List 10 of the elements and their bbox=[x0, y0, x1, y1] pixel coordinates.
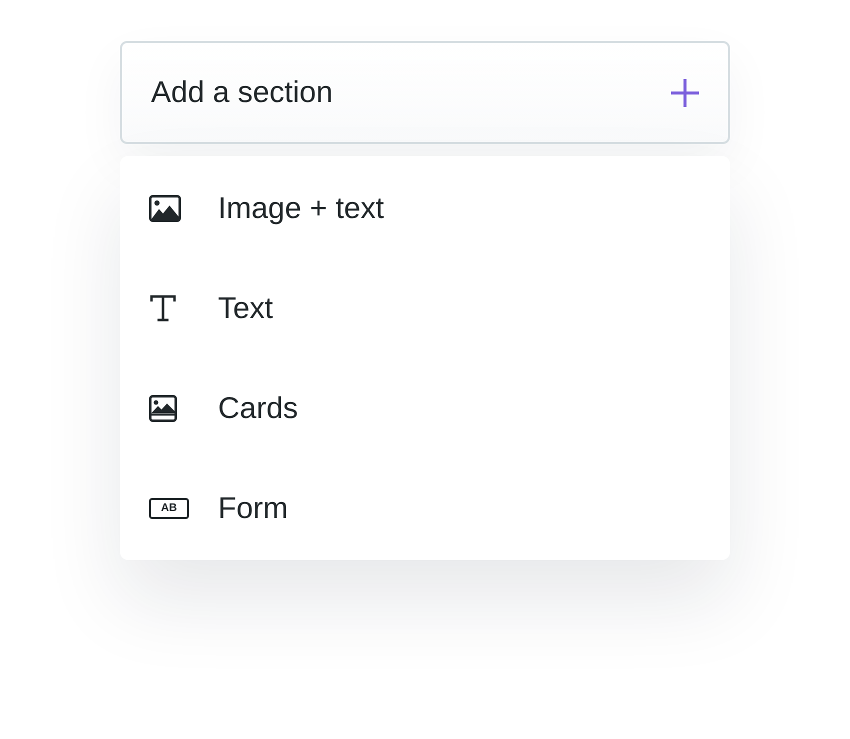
plus-icon bbox=[670, 78, 700, 108]
form-field-icon: AB bbox=[149, 498, 189, 518]
menu-item[interactable]: Cards bbox=[120, 358, 730, 458]
menu-item[interactable]: AB Form bbox=[120, 458, 730, 558]
image-icon bbox=[149, 194, 181, 222]
text-icon bbox=[149, 294, 177, 322]
add-section-button[interactable]: Add a section bbox=[120, 41, 730, 144]
menu-item[interactable]: Image + text bbox=[120, 158, 730, 258]
menu-item[interactable]: Text bbox=[120, 258, 730, 358]
image-card-icon bbox=[149, 394, 177, 422]
